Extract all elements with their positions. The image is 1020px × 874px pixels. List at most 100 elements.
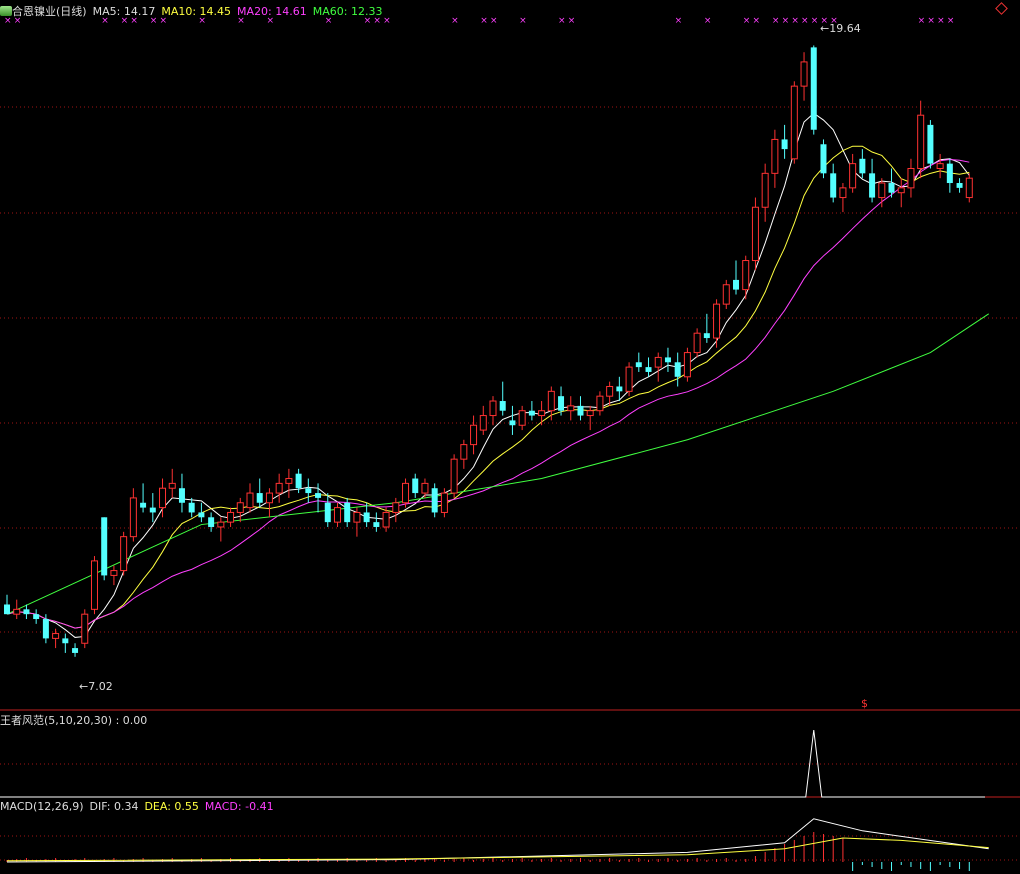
- candle-body: [751, 206, 759, 262]
- indicator-title[interactable]: 王者风范(5,10,20,30): [0, 714, 112, 727]
- cross-marker: ×: [947, 16, 955, 26]
- macd-label: MACD:: [204, 800, 242, 813]
- cross-marker: ×: [675, 16, 683, 26]
- candle-body: [23, 609, 30, 615]
- candle-body: [275, 482, 283, 494]
- candle-body: [606, 385, 614, 397]
- ma5-label: MA5:: [92, 5, 121, 18]
- stock-chart[interactable]: × × × × × × × × × × × × × × × × × × × × × × × × × × × × × × × × × × ×: [0, 0, 1020, 874]
- candle-body: [440, 492, 448, 513]
- dea-line: [6, 837, 989, 862]
- candle-body: [577, 405, 584, 416]
- ma5-line: [6, 112, 970, 638]
- candlestick-series: [4, 45, 973, 657]
- cross-marker: ×: [490, 16, 498, 26]
- candle-body: [140, 502, 147, 508]
- candle-body: [761, 172, 769, 208]
- candle-body: [52, 633, 60, 639]
- candle-body: [499, 401, 506, 411]
- candle-body: [849, 163, 857, 189]
- candle-body: [159, 487, 167, 509]
- candle-body: [129, 497, 137, 538]
- cross-marker: ×: [743, 16, 751, 26]
- candle-body: [693, 332, 701, 354]
- indicator-value: : 0.00: [115, 714, 148, 727]
- high-price-label: ←19.64: [820, 22, 861, 35]
- cross-marker: ×: [801, 16, 809, 26]
- candle-body: [198, 512, 205, 518]
- candle-body: [373, 522, 380, 527]
- candle-body: [168, 482, 176, 489]
- macd-value: -0.41: [245, 800, 274, 813]
- candle-body: [72, 648, 79, 653]
- candle-body: [820, 144, 827, 174]
- candle-body: [869, 173, 876, 198]
- indicator-header: 王者风范(5,10,20,30) : 0.00: [0, 712, 147, 728]
- candle-body: [654, 356, 662, 368]
- cross-marker: ×: [558, 16, 566, 26]
- candle-body: [236, 502, 244, 513]
- candle-body: [936, 163, 944, 169]
- candle-body: [674, 362, 681, 377]
- candle-body: [101, 517, 108, 576]
- candle-body: [645, 367, 652, 372]
- candle-body: [703, 333, 710, 339]
- candle-body: [965, 177, 973, 199]
- candle-body: [81, 613, 89, 644]
- ma10-line: [6, 145, 970, 629]
- candle-body: [295, 473, 302, 489]
- candle-body: [479, 415, 487, 431]
- candle-body: [956, 183, 963, 188]
- dif-line: [6, 818, 989, 863]
- cross-marker: ×: [918, 16, 926, 26]
- candle-body: [324, 502, 331, 523]
- candle-body: [110, 570, 118, 576]
- candle-body: [4, 604, 10, 615]
- candle-body: [363, 512, 370, 523]
- candle-body: [771, 138, 779, 174]
- cross-marker: ×: [927, 16, 935, 26]
- candle-body: [733, 279, 739, 290]
- ma5-value: 14.17: [123, 5, 156, 18]
- cross-marker: ×: [811, 16, 819, 26]
- cross-marker: ×: [519, 16, 527, 26]
- ma20-value: 14.61: [275, 5, 307, 18]
- candle-body: [547, 390, 555, 412]
- cross-marker: ×: [937, 16, 945, 26]
- candle-body: [315, 493, 322, 498]
- candle-body: [567, 405, 575, 412]
- macd-title[interactable]: MACD(12,26,9): [0, 800, 84, 813]
- candle-body: [392, 502, 400, 513]
- ma60-line: [6, 313, 989, 615]
- candle-body: [927, 124, 934, 164]
- ma60-label: MA60:: [312, 5, 348, 18]
- cross-marker: ×: [383, 16, 391, 26]
- candle-body: [888, 183, 895, 193]
- dif-value: 0.34: [113, 800, 139, 813]
- candle-body: [431, 488, 438, 513]
- cross-marker: ×: [451, 16, 459, 26]
- candle-body: [946, 163, 953, 184]
- candle-body: [596, 395, 604, 412]
- macd-header: MACD(12,26,9) DIF: 0.34 DEA: 0.55 MACD: -0.…: [0, 800, 274, 813]
- candle-body: [518, 410, 526, 426]
- cross-marker: ×: [704, 16, 712, 26]
- cross-marker: ×: [791, 16, 799, 26]
- candle-body: [333, 507, 341, 523]
- candle-body: [412, 478, 419, 494]
- macd-panel: [6, 818, 989, 871]
- candle-body: [246, 492, 254, 509]
- dea-value: 0.55: [174, 800, 199, 813]
- candle-body: [839, 187, 847, 199]
- candle-body: [42, 619, 49, 639]
- candle-body: [635, 362, 642, 368]
- candle-body: [256, 493, 263, 503]
- candle-body: [917, 114, 925, 169]
- main-chart-header: 合恩镍业(日线) MA5: 14.17 MA10: 14.45 MA20: 14.61…: [0, 3, 382, 19]
- stock-title[interactable]: 合恩镍业(日线): [12, 5, 87, 18]
- ma10-label: MA10:: [161, 5, 197, 18]
- candle-body: [489, 400, 497, 417]
- candle-body: [353, 511, 361, 523]
- candle-body: [722, 284, 730, 305]
- candle-body: [33, 614, 40, 620]
